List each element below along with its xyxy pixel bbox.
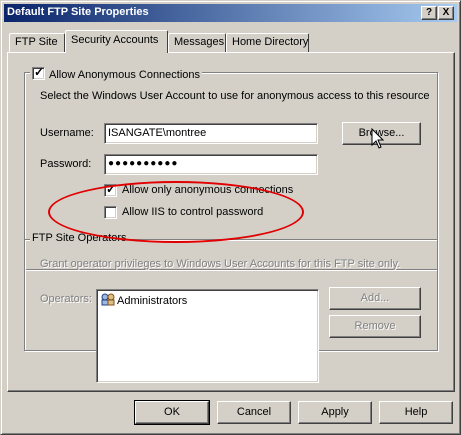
password-input[interactable]: ●●●●●●●●●● [104, 154, 318, 175]
operators-listbox[interactable]: Administrators [96, 289, 319, 383]
title-bar[interactable]: Default FTP Site Properties ? X [4, 4, 457, 22]
tab-messages[interactable]: Messages [168, 33, 226, 52]
tab-ftp-site[interactable]: FTP Site [9, 33, 65, 52]
remove-button[interactable]: Remove [329, 315, 421, 338]
operators-legend: FTP Site Operators [30, 232, 129, 244]
only-anonymous-label: Allow only anonymous connections [122, 184, 294, 196]
anonymous-legend: ✓ Allow Anonymous Connections [30, 65, 203, 81]
help-title-button[interactable]: ? [421, 6, 437, 20]
tab-home-directory[interactable]: Home Directory [226, 33, 309, 52]
username-label: Username: [40, 127, 94, 139]
tab-strip: FTP Site Security Accounts Messages Home… [7, 30, 457, 53]
only-anonymous-checkbox[interactable]: ✓ [104, 182, 117, 197]
tab-security-accounts[interactable]: Security Accounts [65, 30, 168, 53]
user-group-icon [101, 293, 115, 306]
iis-password-label: Allow IIS to control password [122, 206, 264, 218]
cancel-button[interactable]: Cancel [217, 401, 291, 424]
check-icon: ✓ [34, 65, 45, 79]
operators-description: Grant operator privileges to Windows Use… [40, 258, 401, 270]
add-button[interactable]: Add... [329, 287, 421, 310]
window-title: Default FTP Site Properties [7, 6, 149, 18]
properties-dialog: Default FTP Site Properties ? X FTP Site… [0, 0, 461, 435]
list-item-label: Administrators [117, 295, 188, 307]
ok-button[interactable]: OK [134, 400, 210, 425]
close-icon[interactable]: X [438, 6, 454, 20]
iis-password-checkbox[interactable] [104, 206, 117, 219]
list-item[interactable]: Administrators [101, 293, 187, 307]
apply-button[interactable]: Apply [298, 401, 372, 424]
username-input[interactable]: ISANGATE\montree [104, 123, 318, 144]
tab-panel: ✓ Allow Anonymous Connections Select the … [7, 52, 455, 392]
operators-label: Operators: [40, 293, 92, 305]
anonymous-description: Select the Windows User Account to use f… [40, 90, 430, 102]
allow-anonymous-checkbox[interactable]: ✓ [32, 65, 45, 80]
help-button[interactable]: Help [379, 401, 453, 424]
allow-anonymous-label: Allow Anonymous Connections [49, 69, 201, 81]
mouse-cursor-icon [371, 128, 385, 149]
password-label: Password: [40, 158, 92, 170]
check-icon: ✓ [106, 182, 117, 196]
